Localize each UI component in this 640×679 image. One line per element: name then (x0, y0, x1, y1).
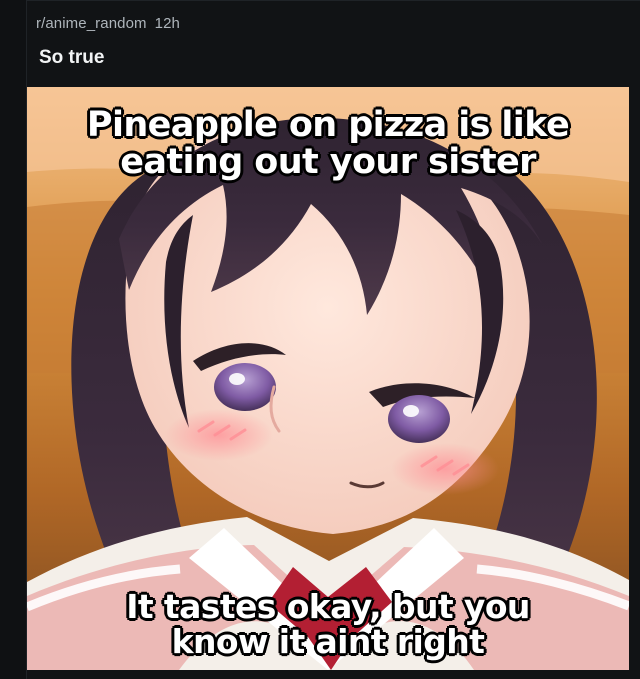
post-age: 12h (154, 14, 180, 32)
left-blush (165, 409, 273, 461)
right-blush (391, 443, 499, 495)
subreddit-link[interactable]: r/anime_random (36, 15, 147, 32)
anime-girl-illustration (27, 87, 629, 670)
post-card[interactable]: r/anime_random 12h So true Pineapple on … (26, 0, 640, 679)
post-image[interactable]: Pineapple on pizza is like eating out yo… (27, 87, 629, 670)
post-meta: r/anime_random 12h (36, 14, 180, 32)
right-eye-highlight (403, 405, 419, 417)
right-eye-icon (388, 395, 450, 443)
left-eye-highlight (229, 373, 245, 385)
left-eye-icon (214, 363, 276, 411)
post-title[interactable]: So true (39, 47, 104, 69)
